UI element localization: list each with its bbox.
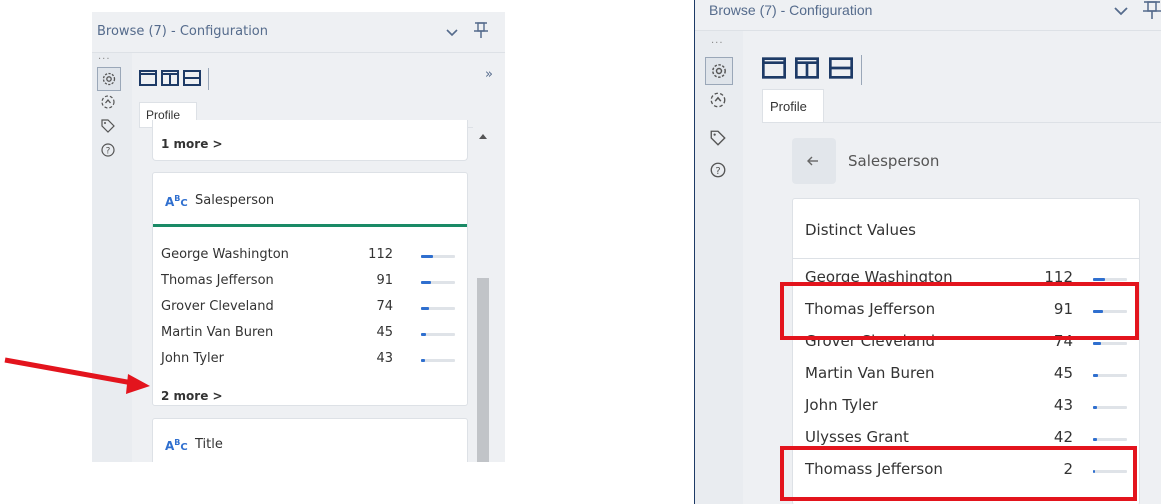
one-more-link[interactable]: 1 more >: [161, 137, 223, 151]
frequency-bar: [421, 255, 455, 258]
data-flow-icon[interactable]: [707, 89, 729, 111]
arrow-left-icon: [806, 153, 820, 172]
frequency-bar: [1093, 342, 1127, 345]
value-count: 45: [1053, 364, 1073, 382]
field-name: Salesperson: [195, 193, 275, 208]
red-arrow-annotation: [0, 350, 160, 404]
gear-icon[interactable]: [705, 57, 733, 85]
value-count: 74: [376, 299, 393, 314]
frequency-bar: [1093, 278, 1127, 281]
frequency-bar: [421, 307, 455, 310]
frequency-bar-fill: [421, 255, 433, 258]
frequency-bar: [421, 359, 455, 362]
frequency-bar: [421, 281, 455, 284]
help-icon[interactable]: ?: [97, 139, 119, 161]
list-item[interactable]: Thomas Jefferson 91: [153, 269, 467, 295]
value-count: 43: [1053, 396, 1073, 414]
frequency-bar-fill: [1093, 278, 1105, 281]
field-name-title: Title: [195, 437, 223, 452]
overflow-ellipsis: ...: [711, 35, 724, 46]
split-horizontal-layout-icon[interactable]: [183, 70, 201, 86]
split-vertical-layout-icon[interactable]: [161, 70, 179, 86]
chevron-down-icon[interactable]: [445, 24, 459, 43]
frequency-bar-fill: [421, 333, 426, 336]
value-count: 112: [368, 247, 393, 262]
frequency-bar-fill: [1093, 342, 1101, 345]
scroll-up-arrow[interactable]: [479, 134, 487, 139]
title-card: ABC Title: [152, 418, 468, 462]
frequency-bar-fill: [1093, 438, 1097, 441]
value-name: Martin Van Buren: [161, 325, 274, 340]
value-count: 42: [1053, 428, 1073, 446]
back-button[interactable]: [792, 138, 836, 184]
value-list: George Washington 112 Thomas Jefferson 91 Gr…: [153, 243, 467, 383]
tab-profile[interactable]: Profile: [762, 89, 824, 123]
value-name: Thomas Jefferson: [161, 273, 274, 288]
field-name: Salesperson: [848, 152, 940, 170]
pin-icon[interactable]: [1142, 0, 1161, 24]
salesperson-card: ABC Salesperson George Washington 112 Thom…: [152, 172, 468, 406]
list-item[interactable]: Martin Van Buren 45: [793, 359, 1139, 391]
value-count: 91: [376, 273, 393, 288]
frequency-bar-fill: [1093, 374, 1098, 377]
value-name: John Tyler: [805, 396, 878, 414]
frequency-bar-fill: [421, 281, 431, 284]
highlight-box-thomas-jefferson: [780, 282, 1139, 340]
list-item[interactable]: John Tyler 43: [793, 391, 1139, 423]
collapse-glyph[interactable]: »: [485, 67, 493, 82]
scrollbar-thumb[interactable]: [477, 278, 489, 462]
highlight-box-thomass-jefferson: [780, 446, 1137, 501]
side-rail: ... ?: [695, 31, 743, 504]
frequency-bar-fill: [421, 359, 425, 362]
frequency-bar-fill: [1093, 406, 1097, 409]
value-name: Grover Cleveland: [161, 299, 274, 314]
split-horizontal-layout-icon[interactable]: [829, 57, 853, 79]
frequency-bar: [421, 333, 455, 336]
value-count: 43: [376, 351, 393, 366]
value-name: Martin Van Buren: [805, 364, 935, 382]
tag-icon[interactable]: [707, 127, 729, 149]
list-item[interactable]: Grover Cleveland 74: [153, 295, 467, 321]
overflow-ellipsis: ...: [98, 51, 111, 62]
chevron-down-icon[interactable]: [1113, 3, 1129, 23]
distinct-values-header: Distinct Values: [805, 221, 916, 239]
tag-icon[interactable]: [97, 115, 119, 137]
panel-title: Browse (7) - Configuration: [709, 2, 873, 18]
more-card-top[interactable]: 1 more >: [152, 120, 468, 161]
single-pane-layout-icon[interactable]: [139, 70, 157, 86]
single-pane-layout-icon[interactable]: [762, 57, 786, 79]
tab-profile-label: Profile: [770, 99, 807, 114]
list-item[interactable]: Martin Van Buren 45: [153, 321, 467, 347]
list-item[interactable]: George Washington 112: [153, 243, 467, 269]
abc-string-icon: ABC: [165, 438, 188, 453]
scrollbar-track[interactable]: [476, 128, 490, 462]
accent-underline: [153, 224, 467, 227]
pin-icon[interactable]: [473, 21, 489, 43]
help-icon[interactable]: ?: [707, 159, 729, 181]
panel-title: Browse (7) - Configuration: [97, 24, 268, 39]
value-name: Ulysses Grant: [805, 428, 909, 446]
value-name: John Tyler: [161, 351, 224, 366]
value-count: 45: [376, 325, 393, 340]
frequency-bar: [1093, 438, 1127, 441]
svg-text:?: ?: [715, 166, 720, 177]
svg-text:?: ?: [106, 147, 111, 157]
split-vertical-layout-icon[interactable]: [795, 57, 819, 79]
two-more-link[interactable]: 2 more >: [161, 389, 223, 403]
data-flow-icon[interactable]: [97, 91, 119, 113]
frequency-bar: [1093, 374, 1127, 377]
gear-icon[interactable]: [97, 67, 121, 91]
list-item[interactable]: John Tyler 43: [153, 347, 467, 373]
value-name: George Washington: [161, 247, 289, 262]
right-configuration-panel: Browse (7) - Configuration ... ? Profile: [694, 0, 1161, 504]
abc-string-icon: ABC: [165, 194, 188, 209]
frequency-bar-fill: [421, 307, 429, 310]
frequency-bar: [1093, 406, 1127, 409]
